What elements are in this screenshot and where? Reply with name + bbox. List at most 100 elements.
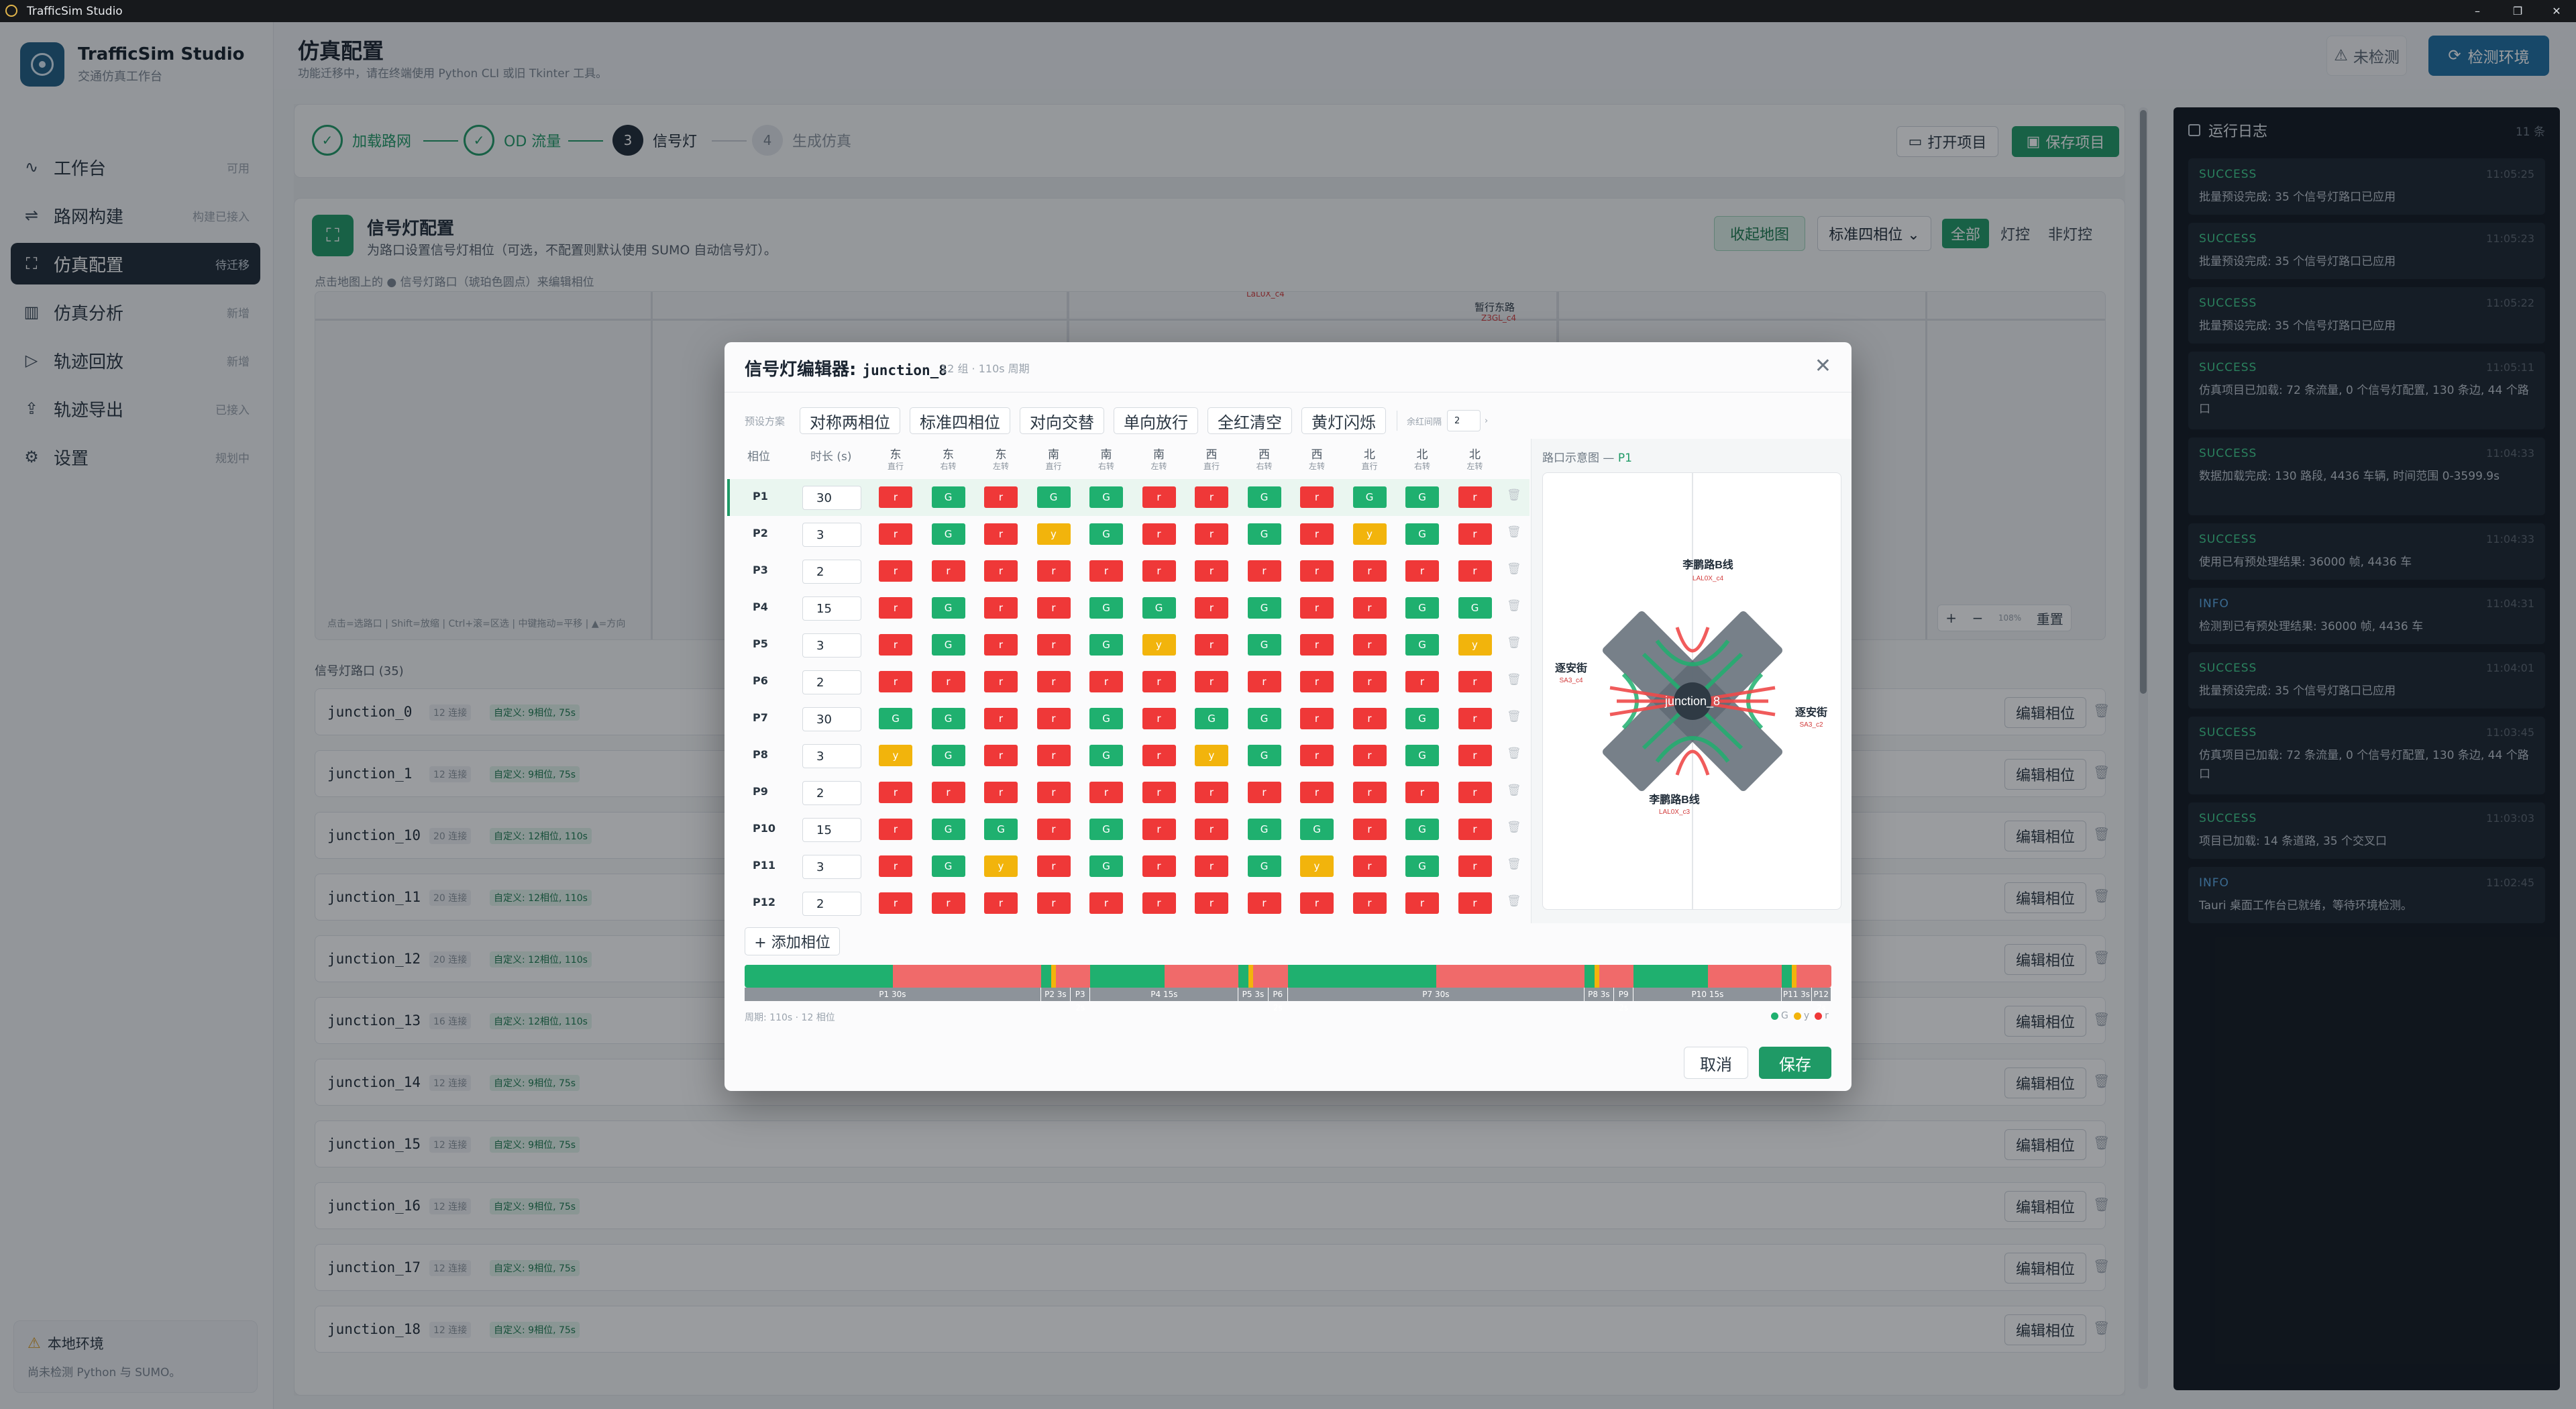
timeline-segment[interactable] [745, 965, 1041, 988]
timeline-segment[interactable] [1633, 965, 1782, 988]
signal-state-toggle[interactable]: G [931, 634, 965, 656]
preset-yellow-flash-button[interactable]: 黄灯闪烁 [1301, 407, 1387, 434]
duration-input[interactable]: 30 [802, 707, 861, 731]
timeline-segment[interactable] [1287, 965, 1585, 988]
signal-state-toggle[interactable]: G [1089, 486, 1123, 508]
duration-input[interactable]: 15 [802, 596, 861, 621]
duration-input[interactable]: 2 [802, 892, 861, 916]
trash-icon[interactable]: 🗑 [1507, 747, 1521, 760]
signal-state-toggle[interactable]: r [1142, 560, 1176, 582]
timeline-segment[interactable] [1584, 965, 1614, 988]
signal-state-toggle[interactable]: r [1195, 523, 1228, 545]
signal-state-toggle[interactable]: r [1036, 819, 1071, 840]
signal-state-toggle[interactable]: r [1458, 523, 1492, 545]
timeline-segment[interactable] [1070, 965, 1091, 988]
trash-icon[interactable]: 🗑 [1507, 821, 1521, 834]
trash-icon[interactable]: 🗑 [1507, 488, 1521, 502]
signal-state-toggle[interactable]: r [984, 560, 1018, 582]
phase-row[interactable]: P4 15 r Gr r G Gr Gr r G G 🗑 [727, 590, 1529, 627]
signal-state-toggle[interactable]: y [1300, 855, 1334, 877]
signal-state-toggle[interactable]: r [1089, 892, 1123, 914]
signal-state-toggle[interactable]: r [1247, 892, 1281, 914]
trash-icon[interactable]: 🗑 [1507, 857, 1521, 871]
duration-input[interactable]: 15 [802, 818, 861, 842]
signal-state-toggle[interactable]: G [1247, 855, 1281, 877]
signal-state-toggle[interactable]: r [931, 671, 965, 692]
signal-state-toggle[interactable]: r [879, 597, 912, 619]
signal-state-toggle[interactable]: r [1405, 671, 1439, 692]
timeline-segment[interactable] [1238, 965, 1269, 988]
signal-state-toggle[interactable]: r [1352, 892, 1387, 914]
signal-state-toggle[interactable]: r [1300, 523, 1334, 545]
signal-state-toggle[interactable]: r [1300, 671, 1334, 692]
signal-state-toggle[interactable]: r [1089, 560, 1123, 582]
signal-state-toggle[interactable]: r [1458, 486, 1492, 508]
signal-state-toggle[interactable]: r [984, 782, 1018, 803]
signal-state-toggle[interactable]: r [1352, 745, 1387, 766]
signal-state-toggle[interactable]: G [1089, 708, 1123, 729]
signal-state-toggle[interactable]: G [984, 819, 1018, 840]
signal-state-toggle[interactable]: r [984, 523, 1018, 545]
signal-state-toggle[interactable]: y [879, 745, 912, 766]
signal-state-toggle[interactable]: r [931, 560, 965, 582]
signal-state-toggle[interactable]: r [1142, 671, 1176, 692]
signal-state-toggle[interactable]: r [1195, 671, 1228, 692]
signal-state-toggle[interactable]: y [984, 855, 1018, 877]
signal-state-toggle[interactable]: r [1195, 560, 1228, 582]
signal-state-toggle[interactable]: r [1036, 708, 1071, 729]
signal-state-toggle[interactable]: G [1089, 634, 1123, 656]
close-window-button[interactable]: ✕ [2533, 0, 2576, 22]
duration-input[interactable]: 2 [802, 560, 861, 584]
signal-state-toggle[interactable]: r [1195, 486, 1228, 508]
signal-state-toggle[interactable]: r [1405, 782, 1439, 803]
signal-state-toggle[interactable]: r [1142, 486, 1176, 508]
signal-state-toggle[interactable]: r [1247, 782, 1281, 803]
signal-state-toggle[interactable]: r [879, 892, 912, 914]
signal-state-toggle[interactable]: G [931, 855, 965, 877]
signal-state-toggle[interactable]: r [1300, 634, 1334, 656]
signal-state-toggle[interactable]: r [1195, 819, 1228, 840]
signal-state-toggle[interactable]: G [1405, 855, 1439, 877]
signal-state-toggle[interactable]: G [1142, 597, 1176, 619]
signal-state-toggle[interactable]: r [1142, 892, 1176, 914]
phase-row[interactable]: P8 3 y Gr r Gr y Gr r Gr 🗑 [727, 737, 1529, 774]
trash-icon[interactable]: 🗑 [1507, 636, 1521, 649]
signal-state-toggle[interactable]: r [1352, 634, 1387, 656]
signal-state-toggle[interactable]: G [1089, 745, 1123, 766]
signal-state-toggle[interactable]: r [1458, 708, 1492, 729]
trash-icon[interactable]: 🗑 [1507, 894, 1521, 908]
signal-state-toggle[interactable]: r [984, 597, 1018, 619]
duration-input[interactable]: 2 [802, 781, 861, 805]
signal-state-toggle[interactable]: r [1247, 560, 1281, 582]
signal-state-toggle[interactable]: r [1036, 560, 1071, 582]
signal-state-toggle[interactable]: y [1458, 634, 1492, 656]
preset-all-red-button[interactable]: 全红清空 [1208, 407, 1293, 434]
signal-state-toggle[interactable]: r [1300, 486, 1334, 508]
signal-state-toggle[interactable]: G [1089, 523, 1123, 545]
signal-state-toggle[interactable]: y [1352, 523, 1387, 545]
phase-row[interactable]: P2 3 r Gr y Gr r Gr y Gr 🗑 [727, 516, 1529, 553]
timeline-segment[interactable] [1268, 965, 1288, 988]
signal-state-toggle[interactable]: r [1458, 892, 1492, 914]
phase-row[interactable]: P12 2 r r r r r r r r r r r r 🗑 [727, 885, 1529, 922]
signal-state-toggle[interactable]: r [1300, 782, 1334, 803]
signal-state-toggle[interactable]: r [1458, 855, 1492, 877]
signal-state-toggle[interactable]: r [879, 819, 912, 840]
signal-state-toggle[interactable]: G [1300, 819, 1334, 840]
signal-state-toggle[interactable]: r [984, 745, 1018, 766]
yellow-interval-input[interactable]: 2 [1447, 410, 1481, 431]
signal-state-toggle[interactable]: r [1300, 708, 1334, 729]
signal-state-toggle[interactable]: r [1036, 782, 1071, 803]
chevron-right-icon[interactable]: › [1485, 416, 1488, 426]
phase-row[interactable]: P3 2 r r r r r r r r r r r r 🗑 [727, 553, 1529, 590]
signal-state-toggle[interactable]: r [984, 892, 1018, 914]
signal-state-toggle[interactable]: r [931, 892, 965, 914]
signal-state-toggle[interactable]: G [1405, 523, 1439, 545]
signal-state-toggle[interactable]: r [879, 855, 912, 877]
duration-input[interactable]: 3 [802, 855, 861, 879]
duration-input[interactable]: 2 [802, 670, 861, 694]
signal-state-toggle[interactable]: G [1089, 819, 1123, 840]
phase-row[interactable]: P5 3 r Gr r Gy r Gr r Gy 🗑 [727, 627, 1529, 664]
signal-state-toggle[interactable]: G [1405, 708, 1439, 729]
signal-state-toggle[interactable]: r [1458, 560, 1492, 582]
